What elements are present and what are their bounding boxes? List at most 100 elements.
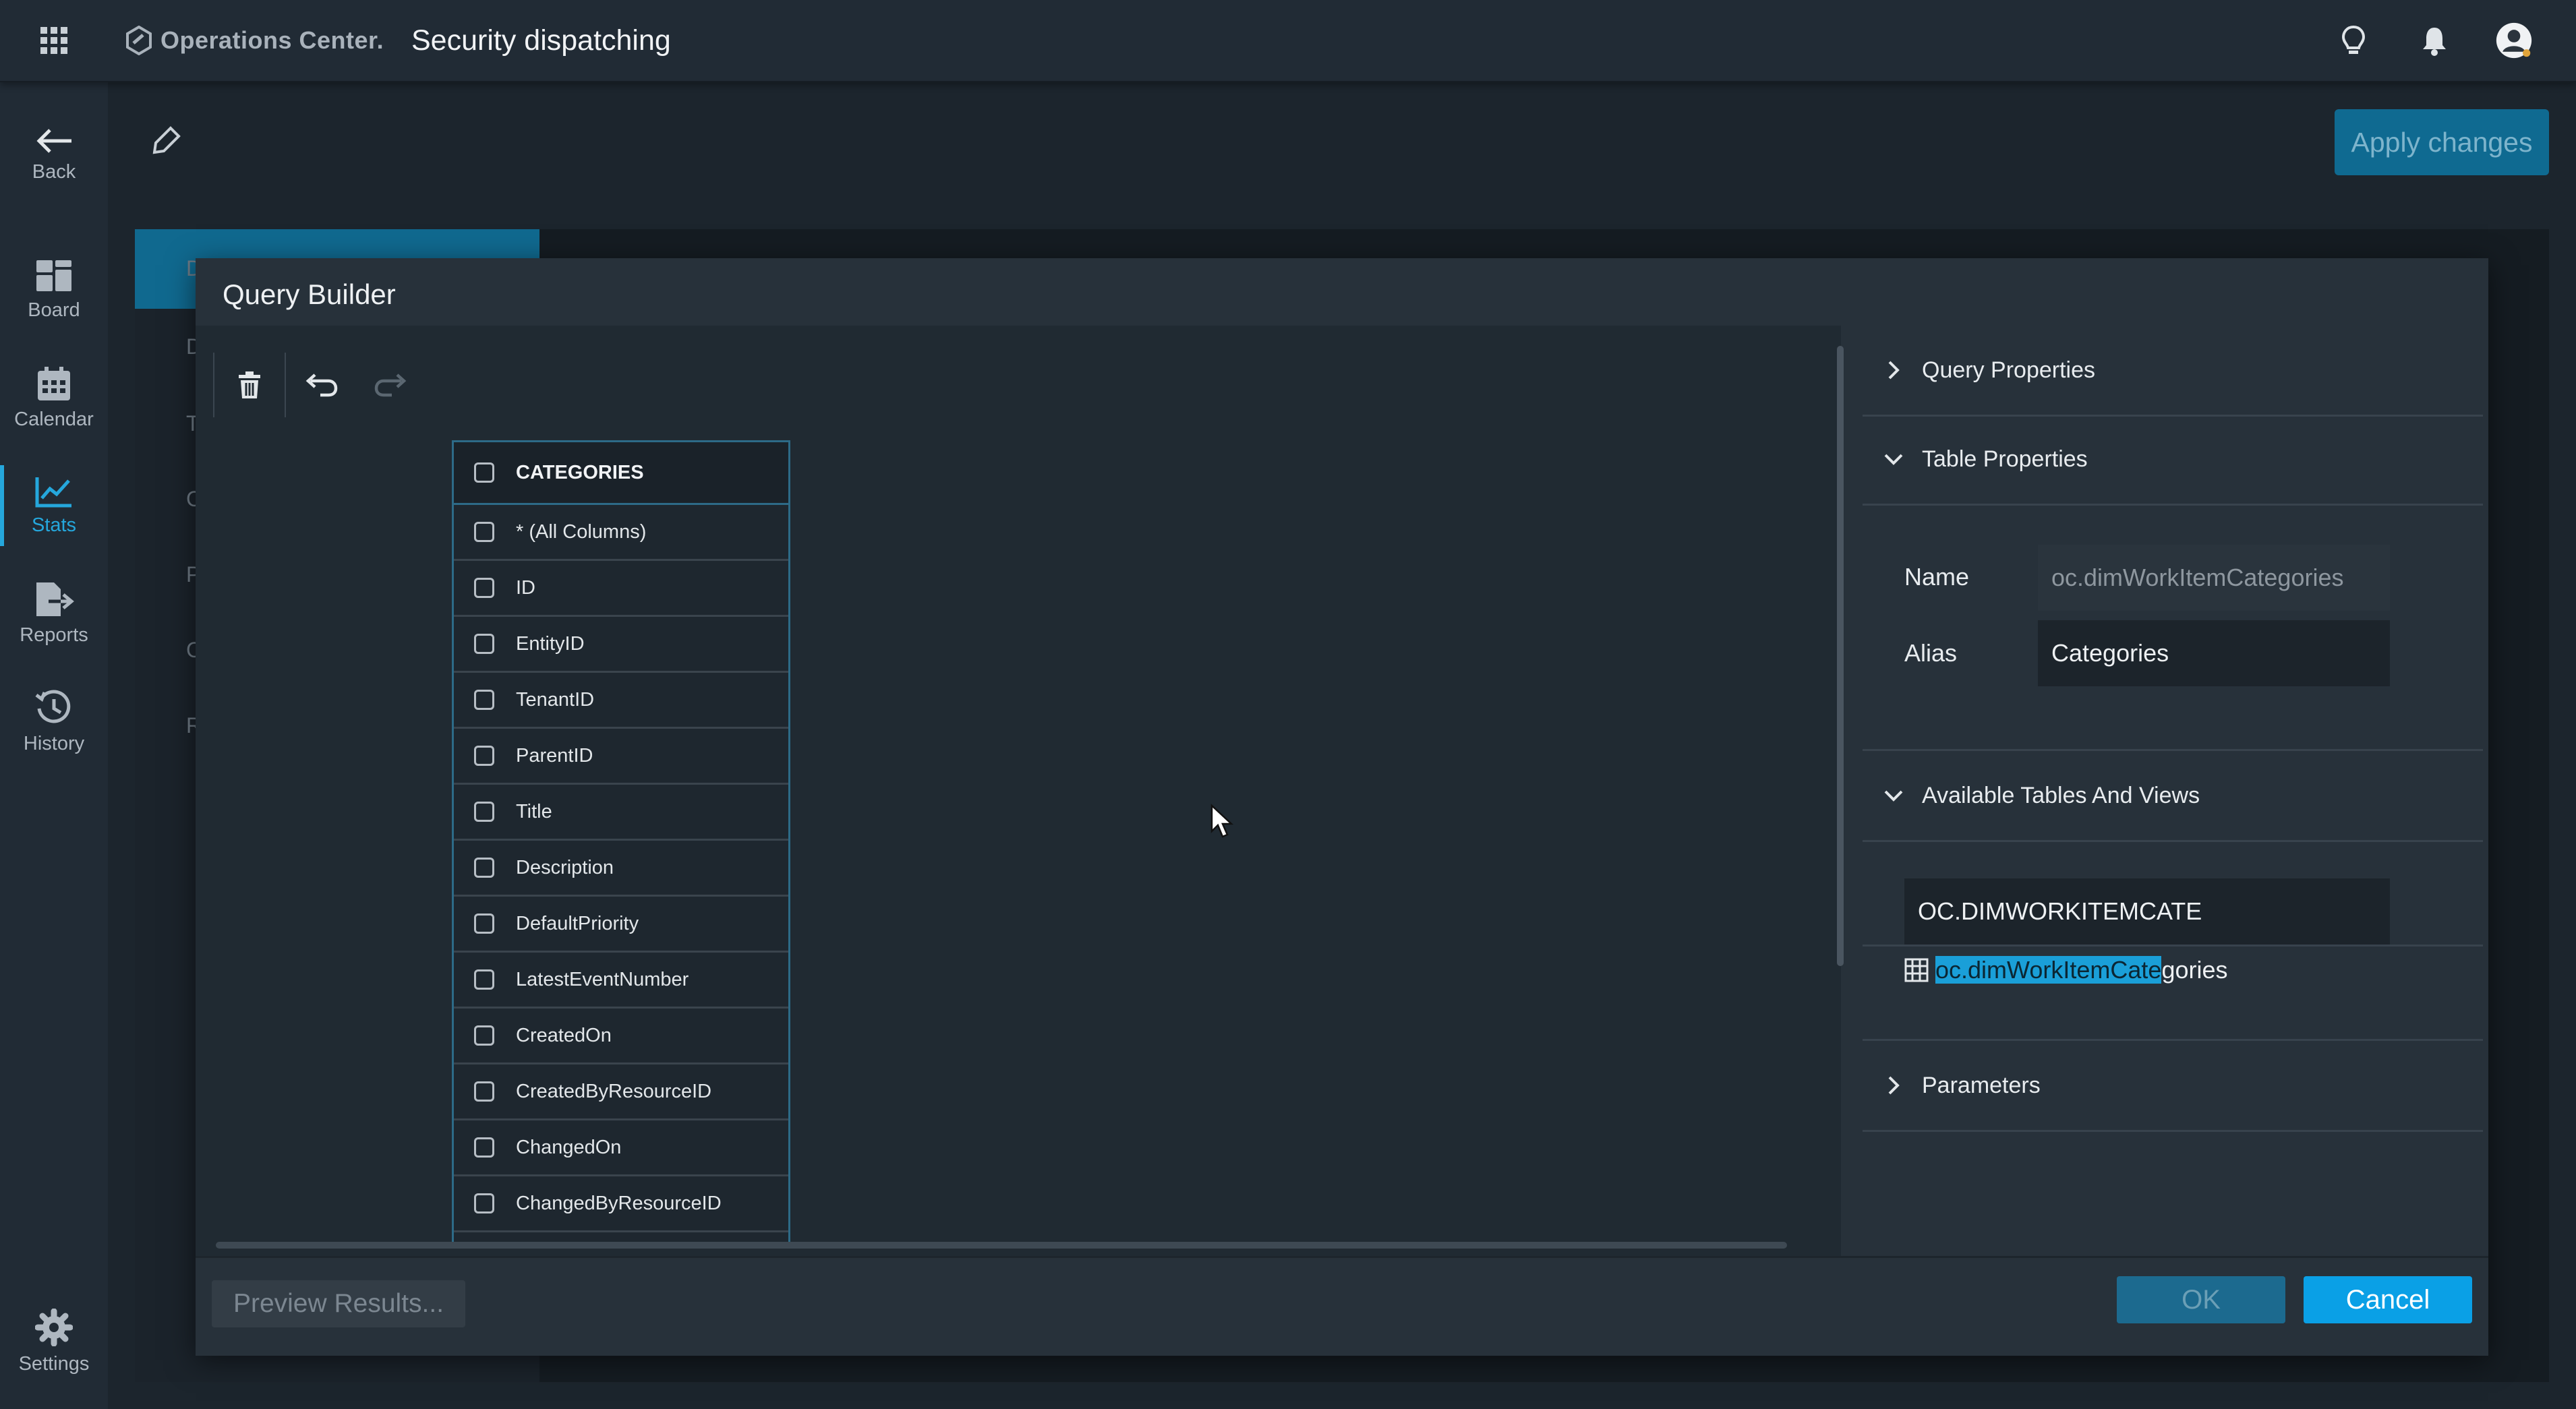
brand-logo: Operations Center. bbox=[125, 20, 384, 61]
column-checkbox[interactable] bbox=[474, 913, 494, 934]
brand-mark-icon bbox=[125, 26, 152, 55]
column-checkbox[interactable] bbox=[474, 690, 494, 710]
column-row[interactable]: ParentID bbox=[454, 729, 788, 785]
column-checkbox[interactable] bbox=[474, 746, 494, 766]
name-label: Name bbox=[1904, 563, 1970, 591]
column-name: ParentID bbox=[516, 744, 593, 767]
column-name: CreatedByResourceID bbox=[516, 1080, 712, 1102]
sidebar-item-label: History bbox=[23, 732, 85, 754]
section-label: Parameters bbox=[1922, 1072, 2041, 1098]
sidebar-item-calendar[interactable]: Calendar bbox=[0, 351, 108, 445]
table-properties-header[interactable]: Table Properties bbox=[1863, 415, 2483, 506]
column-name: Description bbox=[516, 856, 614, 878]
table-name-field: oc.dimWorkItemCategories bbox=[2038, 545, 2390, 611]
column-row[interactable]: ChangedByResourceID bbox=[454, 1176, 788, 1232]
page-title: Security dispatching bbox=[411, 24, 671, 57]
apply-changes-button[interactable]: Apply changes bbox=[2335, 109, 2549, 175]
column-row[interactable]: Title bbox=[454, 785, 788, 841]
sidebar-item-stats[interactable]: Stats bbox=[0, 458, 108, 553]
column-row[interactable]: CreatedOn bbox=[454, 1009, 788, 1065]
table-search-input[interactable]: OC.DIMWORKITEMCATE bbox=[1904, 878, 2390, 945]
alias-label: Alias bbox=[1904, 639, 1958, 667]
preview-results-button[interactable]: Preview Results... bbox=[212, 1280, 465, 1327]
query-properties-header[interactable]: Query Properties bbox=[1863, 326, 2483, 417]
sidebar-item-label: Reports bbox=[20, 624, 88, 646]
sidebar-item-settings[interactable]: Settings bbox=[0, 1294, 108, 1389]
column-name: * (All Columns) bbox=[516, 520, 647, 543]
lightbulb-icon[interactable] bbox=[2335, 22, 2372, 59]
column-row[interactable]: EntityID bbox=[454, 617, 788, 673]
sidebar-item-history[interactable]: History bbox=[0, 674, 108, 769]
avatar[interactable] bbox=[2495, 22, 2533, 59]
table-grid-icon bbox=[1904, 958, 1929, 982]
sidebar-item-reports[interactable]: Reports bbox=[0, 566, 108, 661]
column-row[interactable]: TenantID bbox=[454, 673, 788, 729]
divider bbox=[1863, 945, 2483, 947]
app-grid-icon[interactable] bbox=[39, 26, 69, 55]
trash-icon bbox=[237, 371, 262, 399]
section-label: Table Properties bbox=[1922, 446, 2088, 472]
ok-button[interactable]: OK bbox=[2117, 1276, 2285, 1323]
parameters-header[interactable]: Parameters bbox=[1863, 1039, 2483, 1132]
sidebar-item-back[interactable]: Back bbox=[0, 108, 108, 202]
table-node-categories[interactable]: CATEGORIES * (All Columns) ID EntityID T… bbox=[452, 440, 790, 1247]
column-name: DefaultPriority bbox=[516, 912, 639, 934]
column-checkbox[interactable] bbox=[474, 1193, 494, 1213]
column-checkbox[interactable] bbox=[474, 1081, 494, 1102]
sidebar-item-label: Settings bbox=[18, 1352, 90, 1375]
properties-panel: Query Properties Table Properties Name o… bbox=[1863, 326, 2488, 1256]
column-checkbox[interactable] bbox=[474, 1025, 494, 1046]
column-name: TenantID bbox=[516, 688, 595, 711]
column-name: Title bbox=[516, 800, 552, 822]
column-row[interactable]: LatestEventNumber bbox=[454, 953, 788, 1009]
canvas-toolbar bbox=[213, 353, 426, 417]
select-all-checkbox[interactable] bbox=[474, 462, 494, 483]
column-checkbox[interactable] bbox=[474, 802, 494, 822]
canvas-horizontal-scrollbar[interactable] bbox=[202, 1239, 1821, 1250]
alias-input[interactable]: Categories bbox=[2038, 620, 2390, 686]
table-node-header[interactable]: CATEGORIES bbox=[454, 442, 788, 505]
column-checkbox[interactable] bbox=[474, 634, 494, 654]
column-name: ChangedByResourceID bbox=[516, 1192, 722, 1214]
column-row[interactable]: CreatedByResourceID bbox=[454, 1065, 788, 1120]
dialog-title: Query Builder bbox=[223, 278, 396, 310]
table-result-item[interactable]: oc.dimWorkItemCategories bbox=[1904, 956, 2228, 984]
chart-line-icon bbox=[35, 475, 73, 508]
sidebar-item-board[interactable]: Board bbox=[0, 243, 108, 337]
column-checkbox[interactable] bbox=[474, 578, 494, 598]
history-icon bbox=[35, 688, 73, 726]
available-tables-header[interactable]: Available Tables And Views bbox=[1863, 749, 2483, 842]
column-checkbox[interactable] bbox=[474, 1137, 494, 1158]
sidebar-item-label: Back bbox=[32, 160, 76, 183]
edit-icon[interactable] bbox=[150, 125, 181, 156]
column-row[interactable]: ChangedOn bbox=[454, 1120, 788, 1176]
export-icon bbox=[34, 581, 74, 618]
column-checkbox[interactable] bbox=[474, 522, 494, 542]
bell-icon[interactable] bbox=[2416, 22, 2453, 59]
undo-button[interactable] bbox=[286, 353, 356, 417]
gear-icon bbox=[35, 1308, 73, 1346]
canvas-vertical-scrollbar[interactable] bbox=[1834, 332, 1845, 1242]
column-row[interactable]: DefaultPriority bbox=[454, 897, 788, 953]
query-canvas[interactable] bbox=[196, 326, 1841, 1256]
column-row[interactable]: ID bbox=[454, 561, 788, 617]
mouse-cursor-icon bbox=[1209, 803, 1236, 841]
undo-icon bbox=[304, 373, 338, 397]
column-checkbox[interactable] bbox=[474, 969, 494, 990]
chevron-right-icon bbox=[1880, 1072, 1907, 1099]
cancel-button[interactable]: Cancel bbox=[2304, 1276, 2472, 1323]
delete-button[interactable] bbox=[214, 353, 285, 417]
sidebar: Back Board Calendar Stats Reports Histor… bbox=[0, 81, 108, 1409]
arrow-left-icon bbox=[35, 127, 73, 154]
dialog-footer: Preview Results... OK Cancel bbox=[196, 1256, 2488, 1356]
sidebar-item-label: Calendar bbox=[14, 408, 94, 430]
table-node-title: CATEGORIES bbox=[516, 461, 644, 483]
column-row[interactable]: * (All Columns) bbox=[454, 505, 788, 561]
scrollbar-thumb[interactable] bbox=[1837, 346, 1844, 966]
chevron-down-icon bbox=[1880, 446, 1907, 473]
column-checkbox[interactable] bbox=[474, 858, 494, 878]
column-row[interactable]: Description bbox=[454, 841, 788, 897]
scrollbar-thumb[interactable] bbox=[216, 1242, 1787, 1249]
redo-button[interactable] bbox=[356, 353, 426, 417]
calendar-icon bbox=[36, 365, 71, 402]
